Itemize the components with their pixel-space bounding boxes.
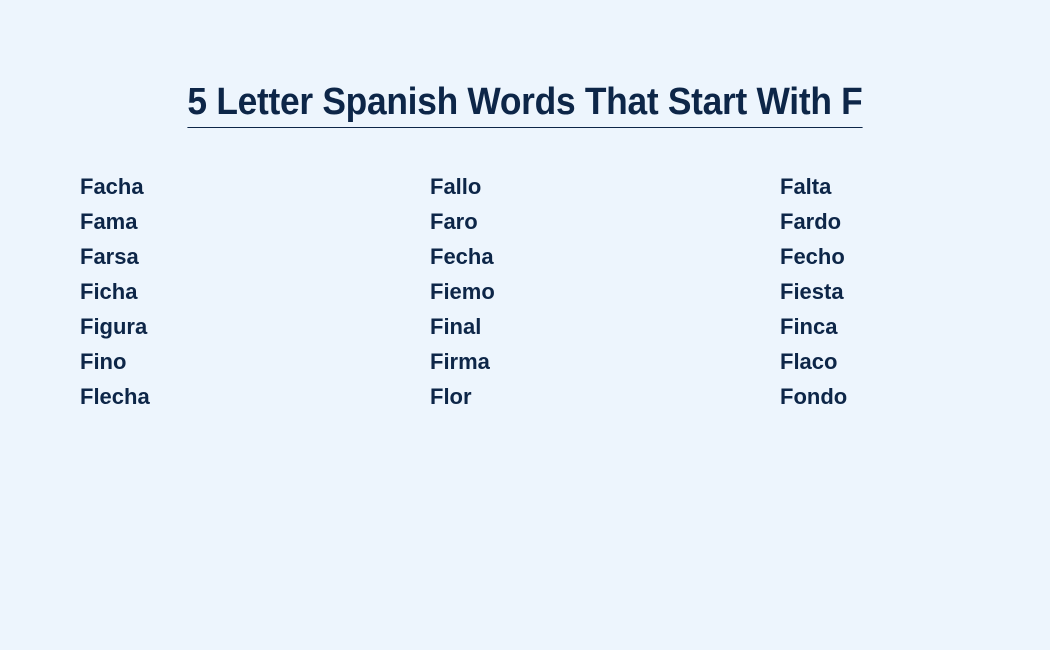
word-item: Figura [80,314,148,339]
word-item: Falta [780,174,832,199]
word-item: Flecha [80,384,150,409]
word-item: Fardo [780,209,842,234]
word-item: Fallo [430,174,482,199]
word-item: Fecha [430,244,494,269]
word-item: Fiesta [780,279,844,304]
word-item: Faro [430,209,478,234]
word-item: Flor [430,384,472,409]
word-item: Fecho [780,244,845,269]
word-item: Flaco [780,349,838,374]
word-item: Fama [80,209,138,234]
word-item: Firma [430,349,490,374]
word-item: Fino [80,349,127,374]
word-item: Ficha [80,279,138,304]
title-container: 5 Letter Spanish Words That Start With F [0,78,1050,128]
word-item: Fondo [780,384,848,409]
word-item: Finca [780,314,838,339]
page-title: 5 Letter Spanish Words That Start With F [187,78,863,128]
word-list: Facha Fallo Falta Fama Faro Fardo Farsa … [80,170,980,415]
word-item: Facha [80,174,144,199]
word-item: Final [430,314,482,339]
word-item: Farsa [80,244,139,269]
word-item: Fiemo [430,279,495,304]
